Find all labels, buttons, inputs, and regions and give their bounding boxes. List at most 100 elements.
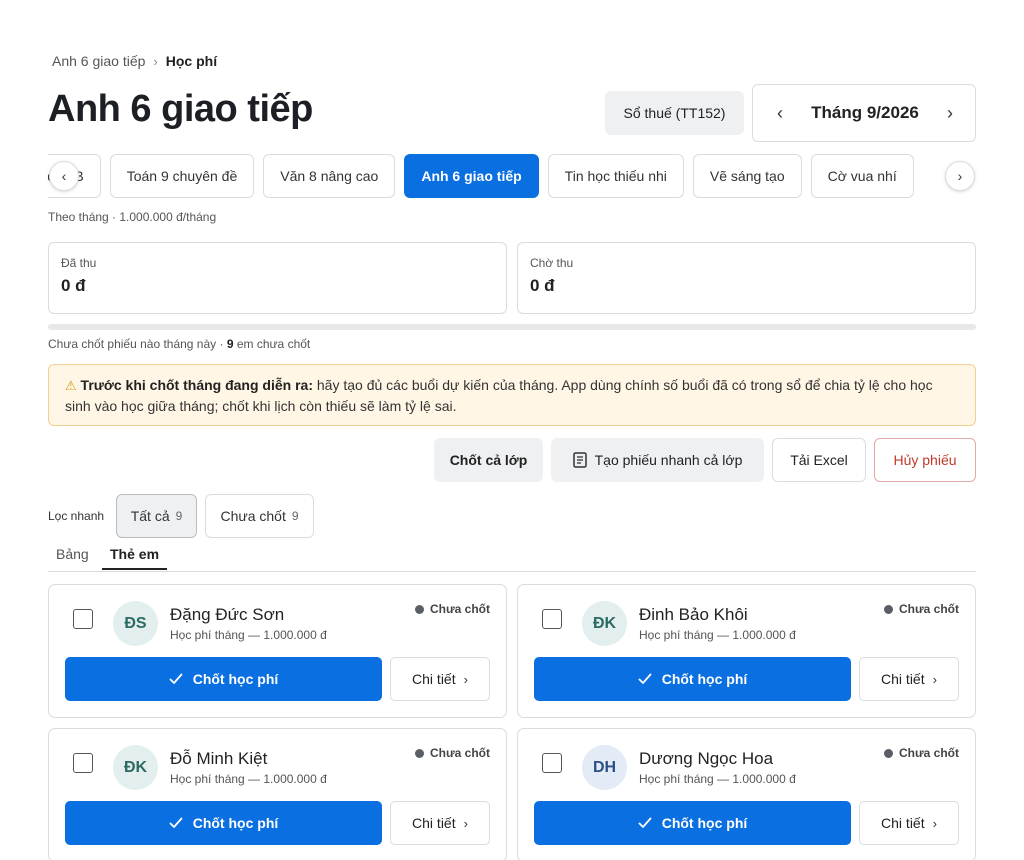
quick-create-label: Tạo phiếu nhanh cả lớp <box>594 452 743 468</box>
filter-all-label: Tất cả <box>130 508 170 524</box>
check-icon <box>638 673 652 684</box>
close-fee-button[interactable]: Chốt học phí <box>65 657 382 701</box>
month-label: Tháng 9/2026 <box>811 103 919 122</box>
status-prefix: Chưa chốt phiếu nào tháng này · <box>48 337 227 351</box>
next-month-icon[interactable]: › <box>939 103 961 124</box>
class-tab[interactable]: Vẽ sáng tạo <box>692 154 802 198</box>
filter-unclosed-chip[interactable]: Chưa chốt 9 <box>205 494 314 538</box>
status-label: Chưa chốt <box>898 746 959 760</box>
student-card: ĐS Đặng Đức Sơn Học phí tháng — 1.000.000 … <box>48 584 507 718</box>
student-name: Đinh Bảo Khôi <box>639 605 748 624</box>
chevron-left-icon: ‹ <box>61 168 67 184</box>
student-card: ĐK Đinh Bảo Khôi Học phí tháng — 1.000.000… <box>517 584 976 718</box>
close-fee-button[interactable]: Chốt học phí <box>534 801 851 845</box>
tab-table-view[interactable]: Bảng <box>56 546 89 568</box>
close-fee-button[interactable]: Chốt học phí <box>65 801 382 845</box>
detail-label: Chi tiết <box>412 815 456 831</box>
detail-label: Chi tiết <box>881 815 925 831</box>
status-suffix: em chưa chốt <box>233 337 311 351</box>
tab-card-view[interactable]: Thẻ em <box>102 546 168 570</box>
status-line: Chưa chốt phiếu nào tháng này · 9 em chư… <box>48 337 310 351</box>
view-tabs: Bảng Thẻ em <box>48 544 976 572</box>
avatar: ĐK <box>582 601 627 646</box>
status-dot-icon <box>414 604 424 614</box>
detail-button[interactable]: Chi tiết › <box>859 801 959 845</box>
export-excel-label: Tải Excel <box>790 452 848 468</box>
breadcrumb-separator-icon: › <box>153 53 158 69</box>
student-fee: Học phí tháng — 1.000.000 đ <box>639 772 796 786</box>
status-badge: Chưa chốt <box>414 602 490 616</box>
close-fee-button[interactable]: Chốt học phí <box>534 657 851 701</box>
stat-collected-label: Đã thu <box>61 256 97 270</box>
collection-progress-bar <box>48 324 976 330</box>
class-tab[interactable]: Cờ vua nhí <box>810 154 914 198</box>
prev-month-icon[interactable]: ‹ <box>769 103 791 124</box>
student-fee: Học phí tháng — 1.000.000 đ <box>639 628 796 642</box>
check-icon <box>638 817 652 828</box>
student-checkbox[interactable] <box>542 609 562 629</box>
tax-book-button[interactable]: Sổ thuế (TT152) <box>605 91 744 135</box>
chevron-right-icon: › <box>463 671 468 687</box>
stat-collected-value: 0 đ <box>61 276 86 295</box>
detail-button[interactable]: Chi tiết › <box>390 657 490 701</box>
document-icon <box>572 452 587 468</box>
tabs-scroll-left-button[interactable]: ‹ <box>49 161 79 191</box>
quick-create-button[interactable]: Tạo phiếu nhanh cả lớp <box>551 438 764 482</box>
class-tabs-row: Hóa 8BToán 9 chuyên đềVăn 8 nâng caoAnh … <box>48 154 914 198</box>
page-title: Anh 6 giao tiếp <box>48 88 313 130</box>
cancel-invoice-label: Hủy phiếu <box>893 452 957 468</box>
detail-button[interactable]: Chi tiết › <box>859 657 959 701</box>
stat-collected: Đã thu 0 đ <box>48 242 507 314</box>
fee-meta: Theo tháng · 1.000.000 đ/tháng <box>48 210 217 224</box>
avatar: DH <box>582 745 627 790</box>
breadcrumb-current: Học phí <box>165 53 218 69</box>
status-count: 9 <box>226 337 234 351</box>
student-card: ĐK Đỗ Minh Kiệt Học phí tháng — 1.000.000 … <box>48 728 507 860</box>
stat-pending: Chờ thu 0 đ <box>517 242 976 314</box>
status-label: Chưa chốt <box>898 602 959 616</box>
status-dot-icon <box>414 748 424 758</box>
filter-all-chip[interactable]: Tất cả 9 <box>116 494 197 538</box>
status-badge: Chưa chốt <box>414 746 490 760</box>
stat-pending-value: 0 đ <box>530 276 555 295</box>
status-dot-icon <box>883 748 893 758</box>
detail-label: Chi tiết <box>412 671 456 687</box>
warning-banner: ⚠ Trước khi chốt tháng đang diễn ra: hãy… <box>48 364 976 426</box>
chevron-right-icon: › <box>932 815 937 831</box>
class-tab[interactable]: Tin học thiếu nhi <box>547 154 684 198</box>
close-fee-label: Chốt học phí <box>661 671 748 687</box>
student-checkbox[interactable] <box>73 609 93 629</box>
avatar: ĐS <box>113 601 158 646</box>
class-tab[interactable]: Văn 8 nâng cao <box>263 154 396 198</box>
export-excel-button[interactable]: Tải Excel <box>772 438 866 482</box>
class-tab[interactable]: Anh 6 giao tiếp <box>404 154 539 198</box>
detail-label: Chi tiết <box>881 671 925 687</box>
filter-all-count: 9 <box>175 509 183 523</box>
avatar: ĐK <box>113 745 158 790</box>
tabs-scroll-right-button[interactable]: › <box>945 161 975 191</box>
chevron-right-icon: › <box>463 815 468 831</box>
close-fee-label: Chốt học phí <box>192 671 279 687</box>
warning-icon: ⚠ <box>65 378 77 393</box>
student-checkbox[interactable] <box>542 753 562 773</box>
student-checkbox[interactable] <box>73 753 93 773</box>
close-fee-label: Chốt học phí <box>192 815 279 831</box>
close-fee-label: Chốt học phí <box>661 815 748 831</box>
class-tabs: Hóa 8BToán 9 chuyên đềVăn 8 nâng caoAnh … <box>48 154 976 198</box>
chevron-right-icon: › <box>957 168 963 184</box>
breadcrumb-parent[interactable]: Anh 6 giao tiếp <box>52 53 145 69</box>
month-navigator: ‹ Tháng 9/2026 › <box>752 84 976 142</box>
close-all-label: Chốt cả lớp <box>449 452 528 468</box>
status-label: Chưa chốt <box>429 602 490 616</box>
class-tab[interactable]: Toán 9 chuyên đề <box>109 154 255 198</box>
check-icon <box>169 817 183 828</box>
detail-button[interactable]: Chi tiết › <box>390 801 490 845</box>
chevron-right-icon: › <box>932 671 937 687</box>
student-name: Đỗ Minh Kiệt <box>170 749 268 768</box>
filter-unclosed-count: 9 <box>291 509 299 523</box>
student-fee: Học phí tháng — 1.000.000 đ <box>170 772 327 786</box>
cancel-invoice-button[interactable]: Hủy phiếu <box>874 438 976 482</box>
status-badge: Chưa chốt <box>883 602 959 616</box>
status-label: Chưa chốt <box>429 746 490 760</box>
close-all-button[interactable]: Chốt cả lớp <box>434 438 543 482</box>
